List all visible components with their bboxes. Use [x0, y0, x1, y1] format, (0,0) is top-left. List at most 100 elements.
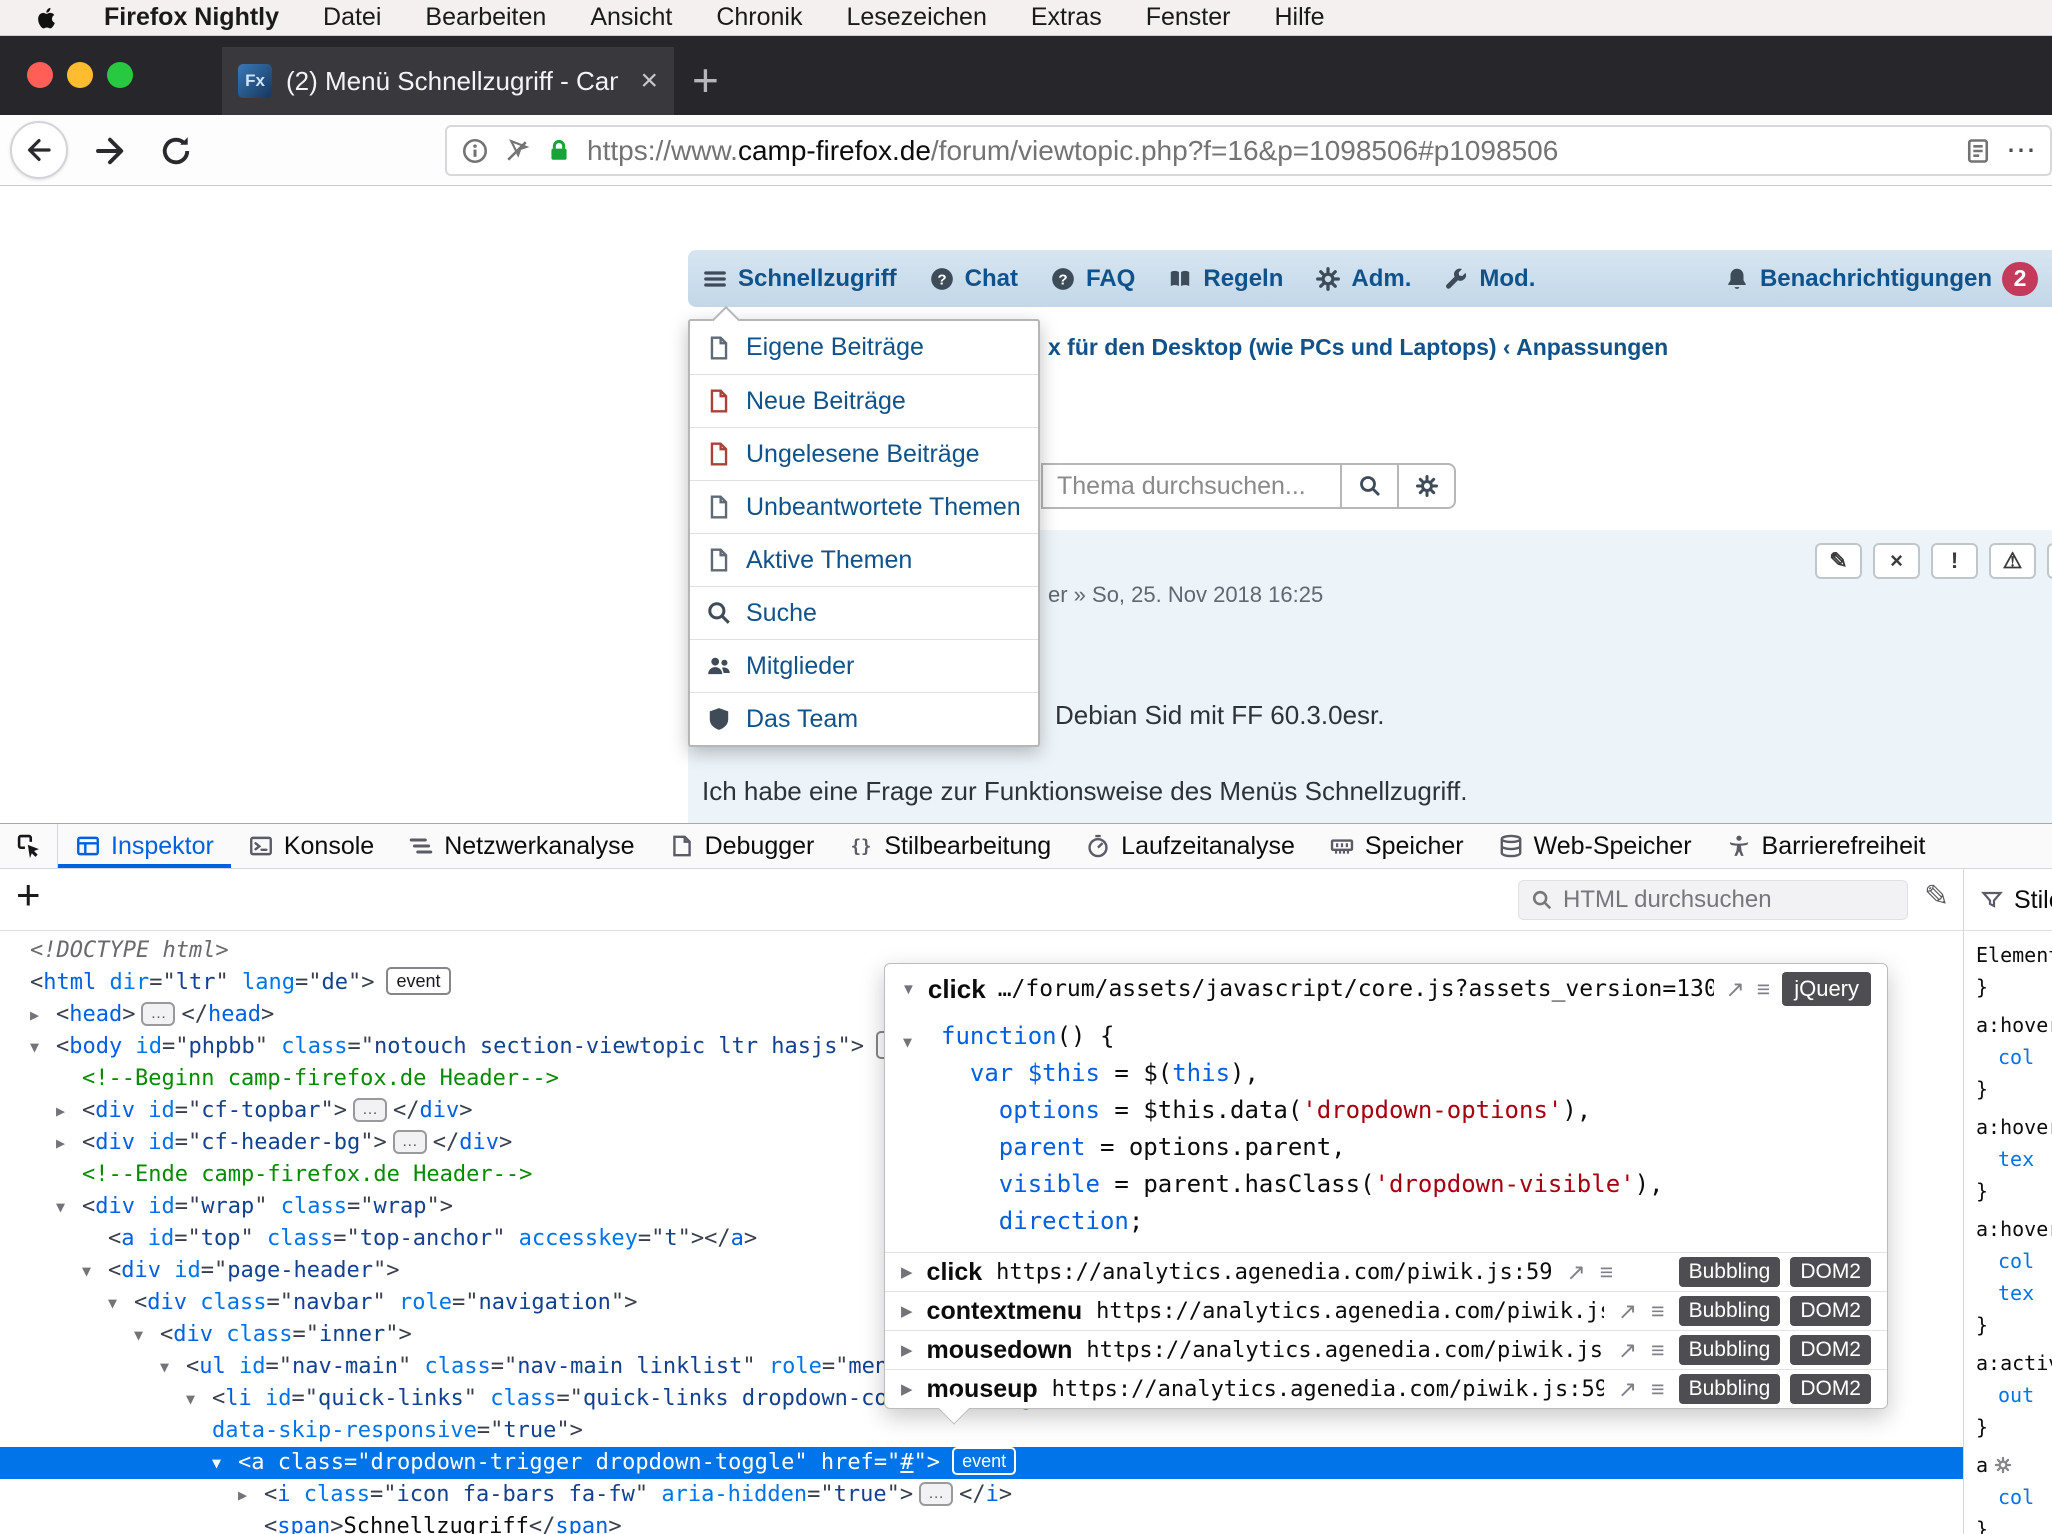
rule-selector[interactable]: a:hover [1976, 1009, 2052, 1041]
devtools-tab-speicher[interactable]: Speicher [1312, 824, 1481, 868]
rule-property[interactable]: col [1976, 1041, 2052, 1073]
rule-property[interactable]: tex [1976, 1143, 2052, 1175]
event-listener-row[interactable]: ▶mousedownhttps://analytics.agenedia.com… [885, 1330, 1887, 1369]
rule-selector[interactable]: a [1976, 1449, 2052, 1481]
twisty-icon[interactable]: ▼ [134, 1319, 143, 1351]
notifications-link[interactable]: Benachrichtigungen 2 [1724, 262, 2038, 296]
dropdown-item-aktive-themen[interactable]: Aktive Themen [690, 533, 1038, 586]
reader-mode-icon[interactable] [1964, 137, 1992, 165]
markup-line[interactable]: ▶<i class="icon fa-bars fa-fw" aria-hidd… [0, 1479, 1963, 1511]
twisty-icon[interactable]: ▼ [160, 1351, 169, 1383]
event-badge[interactable]: event [952, 1447, 1016, 1475]
rule-selector[interactable]: Element { [1976, 939, 2052, 971]
devtools-tab-stilbearbeitung[interactable]: {}Stilbearbeitung [831, 824, 1068, 868]
forum-nav-faq[interactable]: ?FAQ [1050, 265, 1135, 293]
forum-nav-chat[interactable]: ?Chat [929, 265, 1018, 293]
topic-search-input[interactable] [1041, 463, 1342, 509]
rule-selector[interactable]: a:activ [1976, 1347, 2052, 1379]
search-options-button[interactable] [1397, 463, 1456, 509]
event-badge[interactable]: event [386, 967, 450, 995]
devtools-tab-konsole[interactable]: Konsole [231, 824, 391, 868]
twisty-icon[interactable]: ▼ [186, 1383, 195, 1415]
post-delete-button[interactable]: × [1873, 543, 1920, 579]
dropdown-item-neue-beitr-ge[interactable]: Neue Beiträge [690, 374, 1038, 427]
menubar-item-lesezeichen[interactable]: Lesezeichen [846, 3, 986, 32]
markup-search[interactable] [1518, 880, 1908, 920]
url-text[interactable]: https://www.camp-firefox.de/forum/viewto… [587, 135, 1950, 167]
event-listener-row[interactable]: ▶mouseuphttps://analytics.agenedia.com/p… [885, 1369, 1887, 1408]
menubar-item-fenster[interactable]: Fenster [1146, 3, 1231, 32]
dropdown-item-eigene-beitr-ge[interactable]: Eigene Beiträge [690, 321, 1038, 374]
lines-icon[interactable]: ≡ [1600, 1259, 1613, 1286]
dropdown-item-mitglieder[interactable]: Mitglieder [690, 639, 1038, 692]
forum-nav-mod[interactable]: Mod. [1443, 265, 1535, 293]
rule-property[interactable]: col [1976, 1245, 2052, 1277]
markup-line[interactable]: data-skip-responsive="true"> [0, 1415, 1963, 1447]
collapsed-ellipsis[interactable]: … [919, 1482, 953, 1506]
collapsed-ellipsis[interactable]: … [141, 1002, 175, 1026]
forum-nav-adm[interactable]: Adm. [1315, 265, 1411, 293]
rule-property[interactable]: tex [1976, 1277, 2052, 1309]
menubar-item-extras[interactable]: Extras [1031, 3, 1102, 32]
lines-icon[interactable]: ≡ [1651, 1337, 1664, 1364]
devtools-tab-barrierefreiheit[interactable]: Barrierefreiheit [1709, 824, 1943, 868]
rule-property[interactable]: out [1976, 1379, 2052, 1411]
rule-selector[interactable]: a:hover [1976, 1213, 2052, 1245]
markup-line[interactable]: <span>Schnellzugriff</span> [0, 1511, 1963, 1534]
menubar-item-datei[interactable]: Datei [323, 3, 381, 32]
post-info-button[interactable]: i [2047, 543, 2052, 579]
twisty-icon[interactable]: ▶ [56, 1095, 65, 1127]
dropdown-item-ungelesene-beitr-ge[interactable]: Ungelesene Beiträge [690, 427, 1038, 480]
jump-to-source-icon[interactable]: ↗ [1618, 1337, 1637, 1364]
twisty-icon[interactable]: ▼ [56, 1191, 65, 1223]
rule-property[interactable]: col [1976, 1481, 2052, 1513]
jump-to-source-icon[interactable]: ↗ [1618, 1376, 1637, 1403]
breadcrumb[interactable]: x für den Desktop (wie PCs und Laptops) … [1048, 334, 1668, 361]
post-warn-button[interactable]: ⚠ [1989, 543, 2036, 579]
event-source[interactable]: https://analytics.agenedia.com/piwik.js:… [1052, 1377, 1604, 1402]
minimize-window-button[interactable] [67, 62, 93, 88]
chevron-right-icon[interactable]: ▶ [901, 1263, 913, 1281]
reload-button[interactable] [158, 133, 194, 169]
forum-nav-schnellzugriff[interactable]: Schnellzugriff [702, 265, 897, 293]
chevron-right-icon[interactable]: ▶ [901, 1380, 913, 1398]
collapsed-ellipsis[interactable]: … [393, 1130, 427, 1154]
twisty-icon[interactable]: ▼ [30, 1031, 39, 1063]
twisty-icon[interactable]: ▼ [82, 1255, 91, 1287]
https-lock-icon[interactable] [545, 137, 573, 165]
permission-blocked-icon[interactable] [503, 137, 531, 165]
dropdown-item-suche[interactable]: Suche [690, 586, 1038, 639]
dropdown-item-das-team[interactable]: Das Team [690, 692, 1038, 745]
page-actions-icon[interactable]: ⋯ [2006, 133, 2036, 168]
chevron-down-icon[interactable]: ▼ [901, 981, 916, 998]
add-node-button[interactable]: + [16, 871, 41, 919]
apple-menu-icon[interactable] [34, 5, 60, 31]
gear-icon[interactable] [1994, 1456, 2012, 1474]
url-bar[interactable]: https://www.camp-firefox.de/forum/viewto… [445, 125, 2052, 176]
page-info-icon[interactable] [461, 137, 489, 165]
twisty-icon[interactable]: ▶ [56, 1127, 65, 1159]
dropdown-item-unbeantwortete-themen[interactable]: Unbeantwortete Themen [690, 480, 1038, 533]
event-handler-header[interactable]: ▼ click …/forum/assets/javascript/core.j… [885, 964, 1887, 1014]
twisty-icon[interactable]: ▼ [212, 1447, 221, 1479]
close-window-button[interactable] [27, 62, 53, 88]
menubar-item-hilfe[interactable]: Hilfe [1274, 3, 1324, 32]
styles-sidebar-header[interactable]: Stile [1980, 869, 2052, 931]
maximize-window-button[interactable] [107, 62, 133, 88]
devtools-tab-netzwerkanalyse[interactable]: Netzwerkanalyse [391, 824, 651, 868]
devtools-tab-laufzeitanalyse[interactable]: Laufzeitanalyse [1068, 824, 1312, 868]
twisty-icon[interactable]: ▼ [108, 1287, 117, 1319]
post-report-button[interactable]: ! [1931, 543, 1978, 579]
post-edit-button[interactable]: ✎ [1815, 543, 1862, 579]
event-source[interactable]: https://analytics.agenedia.com/piwik.js:… [996, 1260, 1552, 1285]
menubar-item-bearbeiten[interactable]: Bearbeiten [425, 3, 546, 32]
twisty-icon[interactable]: ▶ [238, 1479, 247, 1511]
lines-icon[interactable]: ≡ [1651, 1376, 1664, 1403]
devtools-tab-debugger[interactable]: Debugger [652, 824, 832, 868]
menubar-item-chronik[interactable]: Chronik [716, 3, 802, 32]
event-source[interactable]: https://analytics.agenedia.com/piwik.js:… [1096, 1299, 1604, 1324]
devtools-tab-web-speicher[interactable]: Web-Speicher [1481, 824, 1709, 868]
menubar-app-name[interactable]: Firefox Nightly [104, 3, 279, 32]
lines-icon[interactable]: ≡ [1757, 976, 1770, 1003]
devtools-tab-inspektor[interactable]: Inspektor [58, 824, 231, 868]
